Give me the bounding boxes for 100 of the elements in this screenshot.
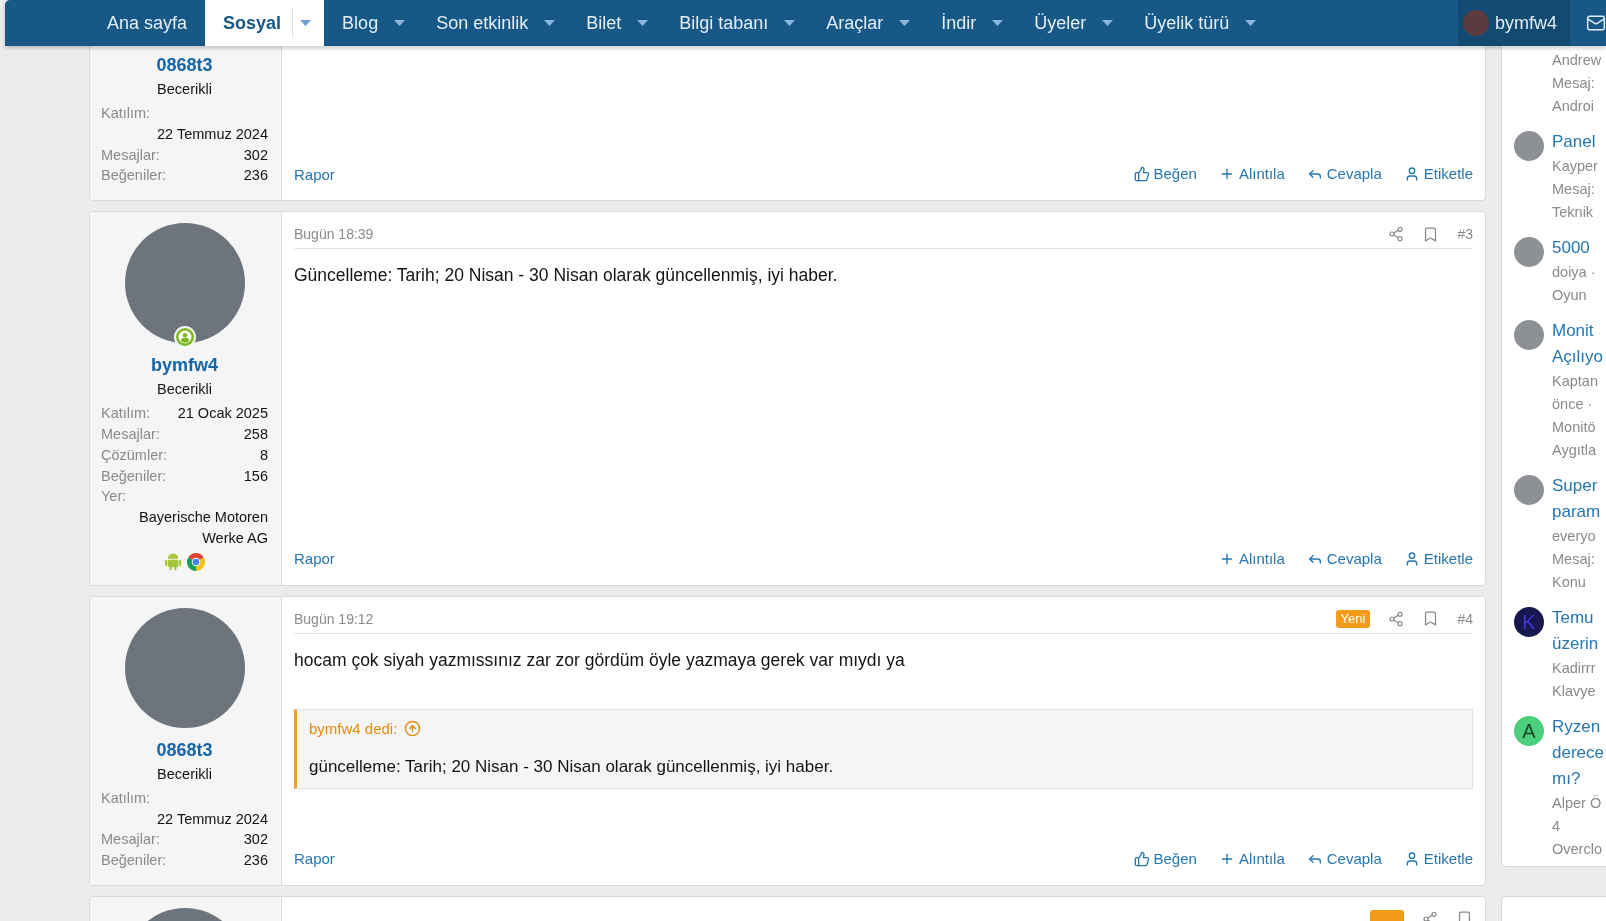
message-text: hocam çok siyah yazmıssınız zar zor gördüm öyle yazmaya gerek var mıydı ya xyxy=(294,648,906,672)
avatar-photo-placeholder[interactable] xyxy=(1514,475,1544,505)
quote-button[interactable]: Alıntıla xyxy=(1218,164,1285,185)
stat-value: 156 xyxy=(243,466,268,486)
username-link[interactable]: bymfw4 xyxy=(151,354,218,377)
caret-icon[interactable] xyxy=(1245,20,1257,26)
thread-title-link[interactable]: Super param xyxy=(1552,473,1601,525)
username-link[interactable]: 0868t3 xyxy=(156,54,213,76)
caret-icon[interactable] xyxy=(544,20,556,26)
stat-label: Beğeniler: xyxy=(101,851,167,871)
stat-label: Beğeniler: xyxy=(101,466,167,486)
caret-icon[interactable] xyxy=(1102,20,1114,26)
thread-meta-text: Teknik xyxy=(1552,203,1594,222)
thread-meta-text: Oyun xyxy=(1552,286,1587,305)
stat-label: Katılım: xyxy=(101,104,151,123)
mention-button[interactable]: Etiketle xyxy=(1403,848,1473,869)
stat-label: Beğeniler: xyxy=(101,166,167,186)
nav-tab[interactable]: Son etkinlik xyxy=(418,0,569,46)
thread-meta-text: everyo xyxy=(1552,527,1596,546)
nav-tab[interactable]: Sosyal xyxy=(205,0,325,46)
avatar-photo-placeholder[interactable] xyxy=(1514,320,1544,350)
stat-value: 302 xyxy=(243,145,268,165)
stat-value: 236 xyxy=(243,851,268,871)
thread-meta-text: Mesaj: xyxy=(1552,180,1595,199)
report-link[interactable]: Rapor xyxy=(294,165,335,183)
thread-title-link[interactable]: Ryzen derece mı? xyxy=(1552,714,1604,792)
thread-meta-text: Overclo xyxy=(1552,840,1602,859)
thread-meta-text: Alper Ö xyxy=(1552,794,1602,813)
reply-button[interactable]: Cevapla xyxy=(1306,164,1382,185)
thread-title-link[interactable]: 5000 xyxy=(1552,235,1590,261)
stat-label: Mesajlar: xyxy=(101,425,160,444)
thread-meta-text: Andrew xyxy=(1552,51,1602,70)
report-link[interactable]: Rapor xyxy=(294,850,335,868)
thread-meta-text: Kaptan xyxy=(1552,372,1598,391)
stat-value: 258 xyxy=(243,425,268,444)
thread-meta-text: doiya · xyxy=(1552,263,1596,282)
report-link[interactable]: Rapor xyxy=(294,550,335,568)
stat-label: Mesajlar: xyxy=(101,830,160,850)
like-button[interactable]: Beğen xyxy=(1133,164,1197,185)
post-number-link[interactable]: #4 xyxy=(1457,608,1473,629)
stat-label: Mesajlar: xyxy=(101,145,160,165)
stat-value: 236 xyxy=(243,166,268,186)
post-number-link[interactable]: #3 xyxy=(1457,224,1473,245)
quote-text: güncelleme: Tarih; 20 Nisan - 30 Nisan olarak güncellenmiş, iyi haber. xyxy=(309,755,834,778)
reply-button[interactable]: Cevapla xyxy=(1306,848,1382,869)
share-icon[interactable] xyxy=(1388,610,1405,627)
stat-value: 22 Temmuz 2024 xyxy=(157,124,268,144)
stat-label: Katılım: xyxy=(101,404,151,424)
post-time-link[interactable]: Bugün 19:12 xyxy=(294,608,374,629)
reply-button[interactable]: Cevapla xyxy=(1306,548,1382,569)
thread-meta-text: Konu xyxy=(1552,573,1586,592)
letter-avatar[interactable]: A xyxy=(1514,716,1544,746)
caret-icon[interactable] xyxy=(637,20,649,26)
stat-label: Çözümler: xyxy=(101,445,168,465)
thread-meta-text: Androi xyxy=(1552,97,1594,116)
user-rank-text: Becerikli xyxy=(157,764,212,784)
android-icon xyxy=(164,552,181,571)
thread-meta-text: Mesaj: xyxy=(1552,550,1595,569)
stat-label: Katılım: xyxy=(101,788,151,808)
location-heading: Yer: xyxy=(101,487,127,507)
nav-tab[interactable]: Bilgi tabanı xyxy=(661,0,809,46)
nav-tab[interactable]: Üyelik türü xyxy=(1126,0,1270,46)
caret-icon[interactable] xyxy=(784,20,796,26)
quote-button[interactable]: Alıntıla xyxy=(1218,548,1285,569)
nav-tab[interactable]: Araçlar xyxy=(808,0,924,46)
mail-icon[interactable] xyxy=(1586,13,1606,33)
thread-meta-text: 4 xyxy=(1552,817,1561,836)
caret-icon[interactable] xyxy=(899,20,911,26)
like-button[interactable]: Beğen xyxy=(1133,848,1197,869)
arrow-up-circle-icon[interactable] xyxy=(404,720,422,738)
avatar-photo-placeholder xyxy=(1463,10,1489,36)
new-badge: Yeni xyxy=(1335,609,1371,628)
nav-tab[interactable]: İndir xyxy=(923,0,1017,46)
avatar-photo-placeholder[interactable] xyxy=(1514,237,1544,267)
thread-meta-text: önce · xyxy=(1552,395,1593,414)
thumbs-up-icon xyxy=(1133,850,1150,867)
username-link[interactable]: 0868t3 xyxy=(156,738,213,761)
quote-button[interactable]: Alıntıla xyxy=(1218,848,1285,869)
nav-tab[interactable]: Bilet xyxy=(568,0,662,46)
share-icon[interactable] xyxy=(1388,226,1405,243)
nav-tab[interactable]: Blog xyxy=(324,0,419,46)
thread-title-link[interactable]: Monit Açılıyo xyxy=(1552,318,1604,370)
thread-title-link[interactable]: Temu üzerin xyxy=(1552,605,1599,657)
avatar-photo-placeholder[interactable] xyxy=(1514,131,1544,161)
nav-tab[interactable]: Üyeler xyxy=(1016,0,1127,46)
caret-icon[interactable] xyxy=(394,20,406,26)
message-text: Güncelleme: Tarih; 20 Nisan - 30 Nisan olarak güncellenmiş, iyi haber. xyxy=(294,264,839,288)
thread-title-link[interactable]: Panel xyxy=(1552,129,1596,155)
nav-tab[interactable]: Ana sayfa xyxy=(89,0,206,46)
thread-meta-text: Mesaj: xyxy=(1552,74,1595,93)
user-rank-text: Becerikli xyxy=(157,380,212,400)
post-time-link[interactable]: Bugün 18:39 xyxy=(294,224,374,245)
account-menu[interactable]: bymfw4 xyxy=(1458,0,1570,46)
mention-button[interactable]: Etiketle xyxy=(1403,548,1473,569)
thumbs-up-icon xyxy=(1133,166,1150,183)
caret-icon[interactable] xyxy=(992,20,1004,26)
stat-value: 302 xyxy=(243,830,268,850)
mention-button[interactable]: Etiketle xyxy=(1403,164,1473,185)
caret-icon[interactable] xyxy=(300,20,312,26)
thread-meta-text: Aygıtla xyxy=(1552,441,1597,460)
